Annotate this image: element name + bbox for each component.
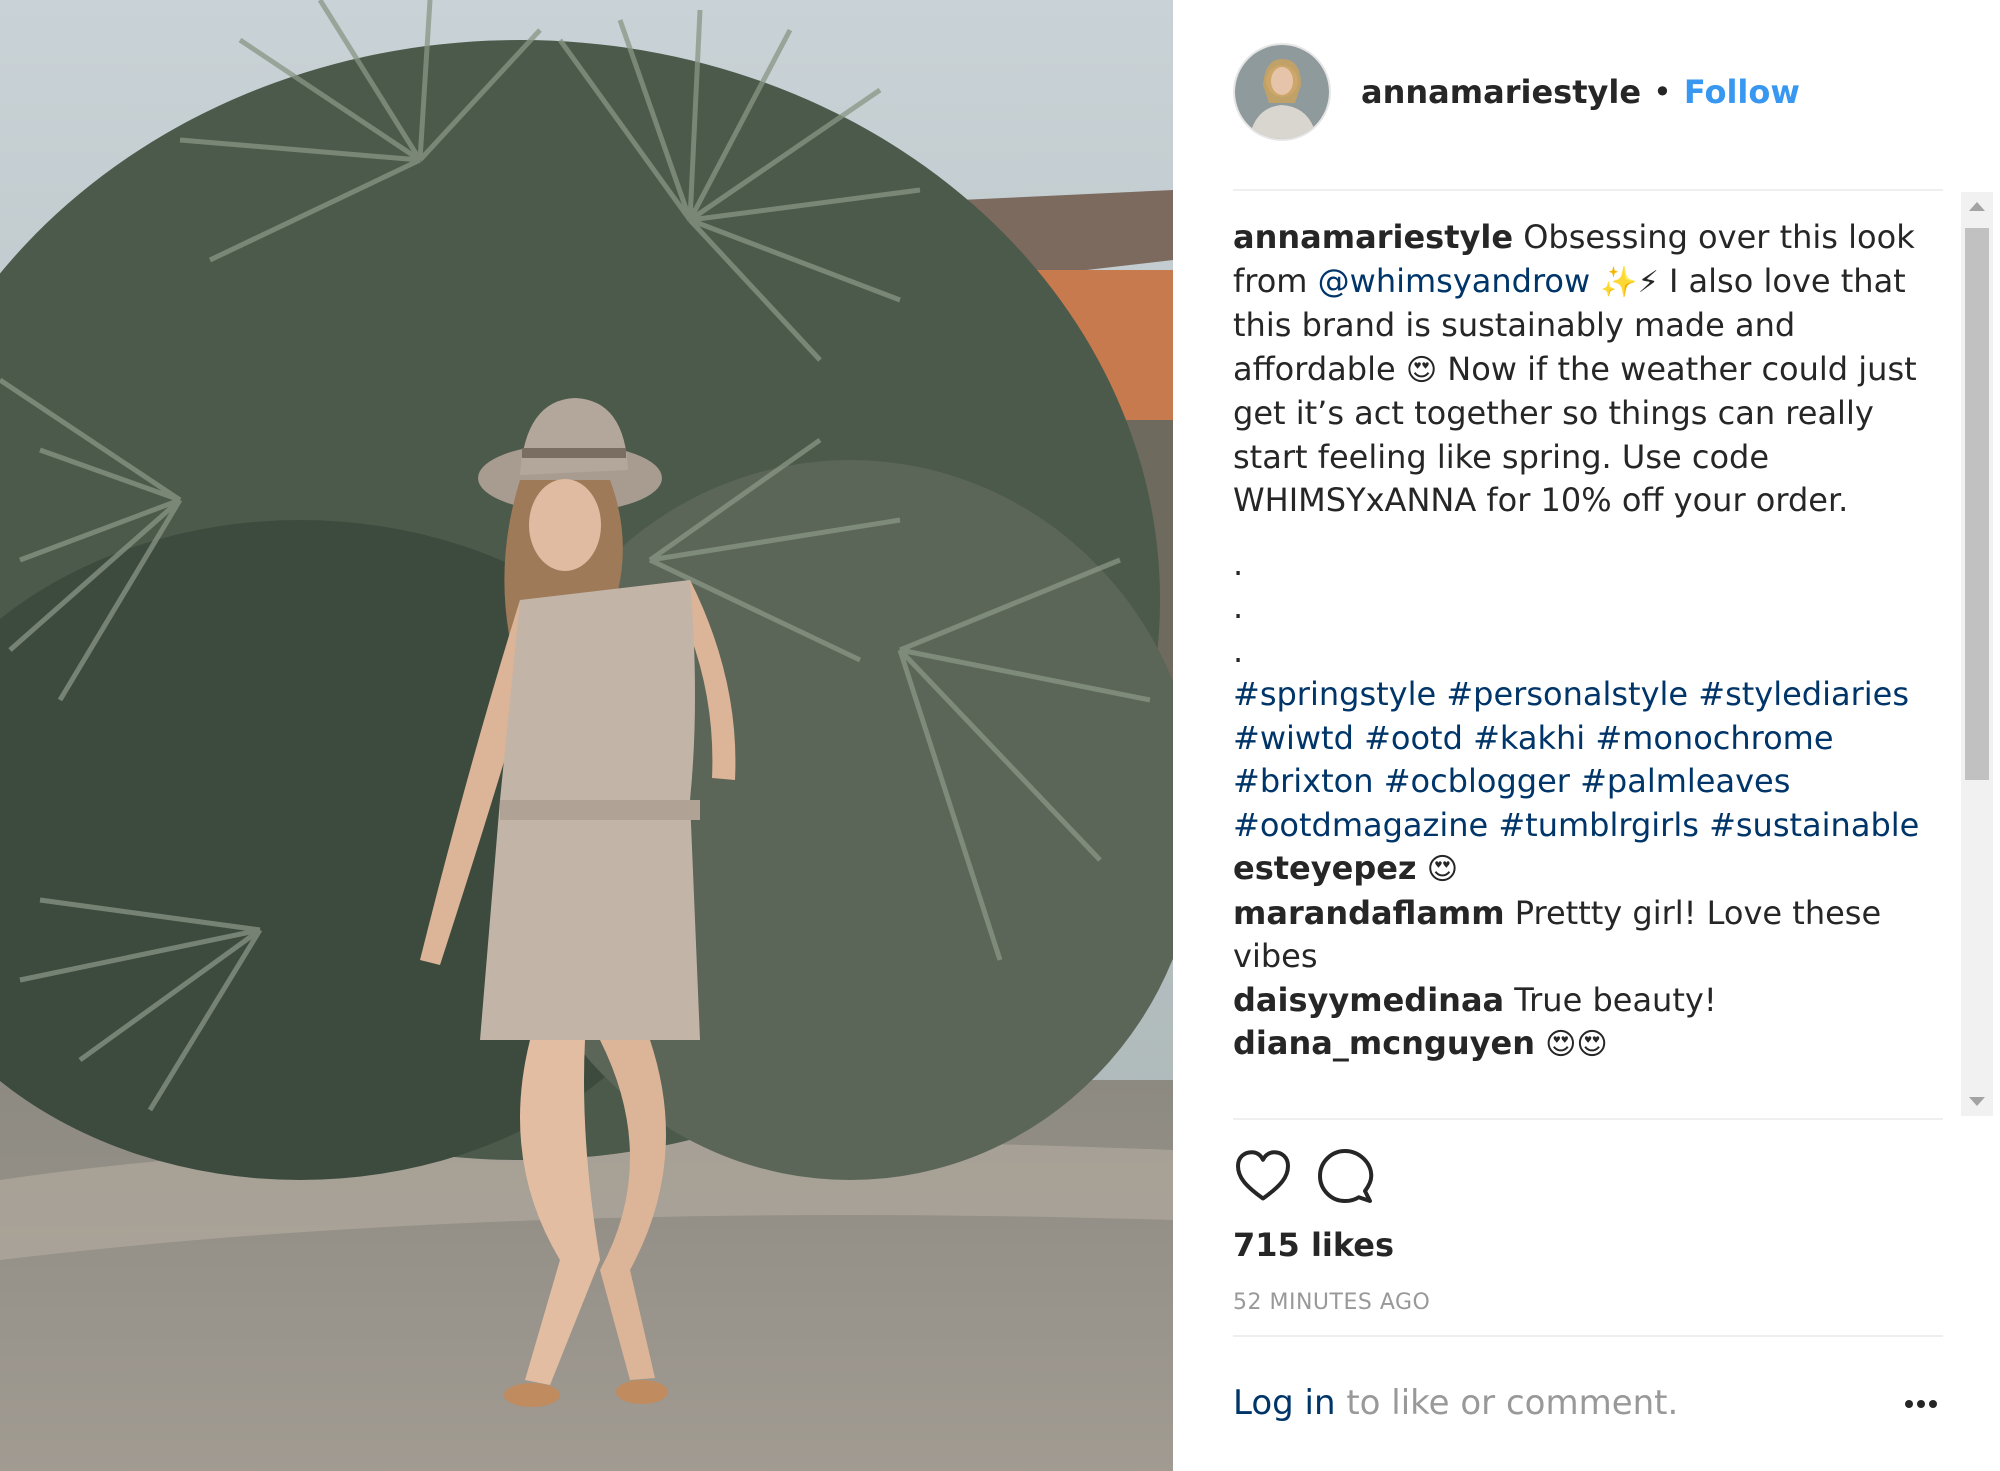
post-sidebar: annamariestyle • Follow annamariestyle O… [1173, 0, 2000, 1471]
login-prompt: Log in to like or comment. [1233, 1383, 1678, 1423]
caption-dot: . [1233, 588, 1244, 626]
caption-dot: . [1233, 631, 1244, 670]
comment: marandaflamm Prettty girl! Love these vi… [1233, 892, 1933, 979]
caption-dot: . [1233, 544, 1244, 583]
hashtag-link[interactable]: #ootd [1364, 719, 1463, 757]
sparkle-lightning-emoji: ✨⚡ [1600, 264, 1659, 300]
post-photo[interactable] [0, 0, 1173, 1471]
hashtag-link[interactable]: #kakhi [1473, 719, 1585, 757]
hashtag-link[interactable]: #personalstyle [1446, 675, 1688, 713]
hashtag-link[interactable]: #ootdmagazine [1233, 806, 1488, 844]
scroll-down-arrow-icon[interactable] [1969, 1097, 1985, 1106]
comments-scrollbar[interactable] [1961, 192, 1993, 1116]
avatar[interactable] [1233, 43, 1331, 141]
action-bar [1233, 1146, 1375, 1206]
follow-button[interactable]: Follow [1684, 73, 1800, 111]
divider [1233, 189, 1943, 191]
post-image [0, 0, 1173, 1471]
divider [1233, 1118, 1943, 1120]
hashtag-link[interactable]: #springstyle [1233, 675, 1436, 713]
scrollbar-thumb[interactable] [1965, 228, 1989, 780]
post-timestamp[interactable]: 52 MINUTES AGO [1233, 1290, 1430, 1315]
scroll-up-arrow-icon[interactable] [1969, 202, 1985, 211]
more-options-icon[interactable] [1901, 1394, 1941, 1414]
caption: annamariestyle Obsessing over this look … [1233, 216, 1933, 523]
separator-dot: • [1653, 73, 1672, 111]
comment: diana_mcnguyen 😍😍 [1233, 1022, 1933, 1067]
likes-count[interactable]: 715 likes [1233, 1226, 1394, 1264]
username[interactable]: annamariestyle [1361, 73, 1641, 111]
comment-user[interactable]: diana_mcnguyen [1233, 1024, 1535, 1062]
comment-text: True beauty! [1514, 980, 1717, 1019]
post-header: annamariestyle • Follow [1233, 42, 1800, 142]
comment-text: 😍😍 [1545, 1027, 1608, 1062]
mention-link[interactable]: @whimsyandrow [1318, 262, 1591, 300]
hashtag-link[interactable]: #sustainable [1709, 806, 1919, 844]
comment-text: 😍 [1426, 852, 1458, 887]
heart-icon[interactable] [1233, 1146, 1293, 1206]
hashtag-link[interactable]: #palmleaves [1580, 762, 1790, 800]
comment-user[interactable]: daisyymedinaa [1233, 981, 1504, 1019]
comment-user[interactable]: esteyepez [1233, 849, 1417, 887]
hashtag-link[interactable]: #brixton [1233, 762, 1374, 800]
comment-icon[interactable] [1315, 1146, 1375, 1206]
heart-eyes-emoji: 😍 [1405, 352, 1438, 388]
comment: esteyepez 😍 [1233, 847, 1933, 892]
comment-user[interactable]: marandaflamm [1233, 894, 1505, 932]
caption-author[interactable]: annamariestyle [1233, 218, 1513, 256]
hashtags: #springstyle #personalstyle #stylediarie… [1233, 673, 1933, 847]
hashtag-link[interactable]: #monochrome [1595, 719, 1833, 757]
login-prompt-text: to like or comment. [1335, 1383, 1679, 1423]
hashtag-link[interactable]: #ocblogger [1384, 762, 1570, 800]
comments-list[interactable]: annamariestyle Obsessing over this look … [1233, 216, 1933, 1116]
hashtag-link[interactable]: #stylediaries [1698, 675, 1909, 713]
hashtag-link[interactable]: #wiwtd [1233, 719, 1354, 757]
login-link[interactable]: Log in [1233, 1383, 1336, 1423]
divider [1233, 1335, 1943, 1337]
comment: daisyymedinaa True beauty! [1233, 979, 1933, 1023]
hashtag-link[interactable]: #tumblrgirls [1498, 806, 1699, 844]
